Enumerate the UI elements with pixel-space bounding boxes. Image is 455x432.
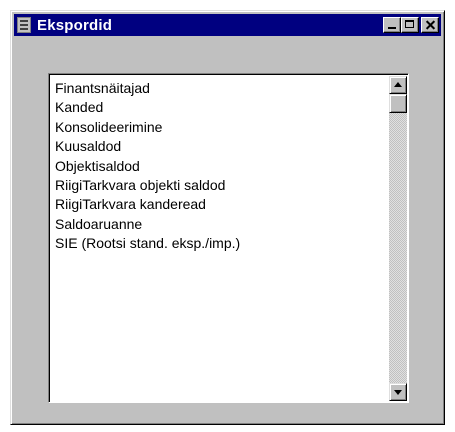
close-button[interactable] <box>421 17 439 33</box>
list-item[interactable]: Kuusaldod <box>55 137 386 156</box>
maximize-button[interactable] <box>401 17 419 33</box>
list-item[interactable]: Objektisaldod <box>55 157 386 176</box>
list-item[interactable]: Saldoaruanne <box>55 215 386 234</box>
list-item[interactable]: Kanded <box>55 98 386 117</box>
vertical-scrollbar[interactable] <box>389 76 407 401</box>
list-item[interactable]: SIE (Rootsi stand. eksp./imp.) <box>55 234 386 253</box>
list-item[interactable]: RiigiTarkvara objekti saldod <box>55 176 386 195</box>
scroll-down-button[interactable] <box>389 383 407 401</box>
minimize-button[interactable] <box>383 17 401 33</box>
exports-window: Ekspordid Finantsnäitajad Kanded Konsoli… <box>10 10 445 425</box>
arrow-down-icon <box>394 390 402 395</box>
window-title: Ekspordid <box>37 16 113 34</box>
list-item[interactable]: Finantsnäitajad <box>55 79 386 98</box>
exports-listbox[interactable]: Finantsnäitajad Kanded Konsolideerimine … <box>48 73 409 403</box>
exports-list: Finantsnäitajad Kanded Konsolideerimine … <box>55 79 386 254</box>
card-file-icon[interactable] <box>17 17 31 33</box>
title-bar[interactable]: Ekspordid <box>14 14 441 36</box>
list-item[interactable]: Konsolideerimine <box>55 118 386 137</box>
list-item[interactable]: RiigiTarkvara kanderead <box>55 195 386 214</box>
scroll-up-button[interactable] <box>389 76 407 94</box>
scroll-thumb[interactable] <box>389 94 407 113</box>
arrow-up-icon <box>394 82 402 87</box>
window-controls <box>383 17 439 33</box>
